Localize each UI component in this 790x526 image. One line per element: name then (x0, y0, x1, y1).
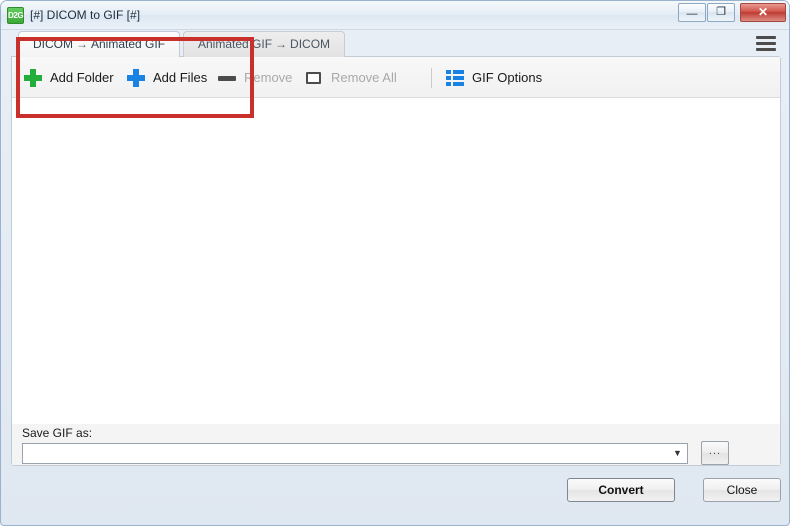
remove-label: Remove (244, 70, 293, 85)
list-bar (453, 75, 464, 80)
remove-all-button: Remove All (305, 57, 397, 98)
tab-dicom-to-gif-source: DICOM (33, 37, 73, 51)
app-icon: D2G (7, 7, 24, 24)
close-button[interactable]: Close (703, 478, 781, 502)
close-icon: ✕ (757, 5, 769, 19)
list-icon (446, 69, 464, 86)
hamburger-line (756, 36, 776, 39)
add-files-label: Add Files (153, 70, 208, 85)
arrow-right-icon: → (76, 37, 88, 51)
list-bullet (446, 69, 451, 74)
tab-dicom-to-gif-target: Animated GIF (91, 37, 166, 51)
minimize-icon: — (686, 8, 698, 20)
minimize-button[interactable]: — (678, 3, 706, 22)
tab-dicom-to-gif[interactable]: DICOM → Animated GIF (18, 31, 181, 57)
footer-bar: Convert Close (1, 467, 789, 525)
save-gif-as-label: Save GIF as: (22, 426, 93, 440)
plus-icon (127, 68, 145, 87)
toolbar-separator (431, 68, 432, 88)
main-panel: Add Folder Add Files Remove Remove All G… (11, 56, 781, 466)
gif-options-button[interactable]: GIF Options (446, 57, 542, 98)
toolbar: Add Folder Add Files Remove Remove All G… (12, 57, 780, 98)
maximize-icon: ❐ (716, 6, 726, 18)
chevron-down-icon[interactable]: ▼ (668, 444, 687, 463)
add-folder-button[interactable]: Add Folder (24, 57, 114, 98)
tab-gif-to-dicom[interactable]: Animated GIF → DICOM (183, 31, 346, 57)
list-bullet (446, 81, 451, 86)
list-bar (453, 69, 464, 74)
application-window: D2G [#] DICOM to GIF [#] — ❐ ✕ DICOM → Ani… (0, 0, 790, 526)
window-title: [#] DICOM to GIF [#] (30, 8, 141, 22)
gif-options-label: GIF Options (472, 70, 543, 85)
maximize-button[interactable]: ❐ (707, 3, 735, 22)
hamburger-menu-icon[interactable] (753, 32, 779, 56)
tab-gif-to-dicom-source: Animated GIF (198, 37, 273, 51)
browse-button[interactable]: ... (701, 441, 729, 465)
arrow-right-icon: → (275, 37, 288, 51)
hamburger-line (756, 42, 776, 45)
add-folder-label: Add Folder (50, 70, 114, 85)
add-files-button[interactable]: Add Files (127, 57, 207, 98)
save-path-combobox[interactable]: ▼ (22, 443, 688, 464)
tab-gif-to-dicom-target: DICOM (290, 37, 331, 51)
minus-icon (218, 69, 236, 87)
file-list-area[interactable] (12, 98, 780, 424)
save-path-input[interactable] (23, 444, 668, 463)
tab-strip: DICOM → Animated GIF Animated GIF → DICOM (11, 31, 781, 57)
remove-all-label: Remove All (331, 70, 397, 85)
close-window-button[interactable]: ✕ (740, 3, 786, 22)
hamburger-line (756, 48, 776, 51)
save-section: Save GIF as: ▼ ... (12, 424, 780, 465)
plus-icon (24, 68, 42, 87)
remove-button: Remove (218, 57, 292, 98)
title-bar: D2G [#] DICOM to GIF [#] — ❐ ✕ (1, 1, 789, 30)
convert-button[interactable]: Convert (567, 478, 675, 502)
square-icon (305, 69, 323, 87)
list-bullet (446, 75, 451, 80)
list-bar (453, 81, 464, 86)
